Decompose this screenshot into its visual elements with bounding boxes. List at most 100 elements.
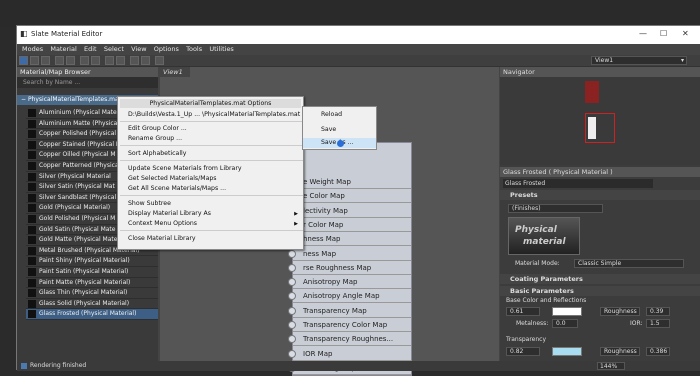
transparency-color-swatch[interactable]: [552, 347, 582, 356]
show-subtree-item[interactable]: Show Subtree: [128, 199, 171, 208]
library-path-item[interactable]: D:\Builds\Vesta.1_Up ... \PhysicalMateri…: [128, 110, 300, 119]
node-slot-row[interactable]: Anisotropy Angle Map: [288, 289, 411, 304]
browser-search-input[interactable]: Search by Name ...: [17, 77, 158, 88]
display-library-as-item[interactable]: Display Material Library As: [128, 209, 211, 218]
transparency-roughness-dropdown[interactable]: Roughness: [600, 347, 640, 356]
material-item-label: Glass Solid (Physical Material): [39, 299, 130, 307]
layout-icon[interactable]: [105, 56, 114, 65]
assign-material-icon[interactable]: [55, 56, 64, 65]
get-all-scene-materials-item[interactable]: Get All Scene Materials/Maps ...: [128, 184, 226, 193]
view-dropdown[interactable]: View1 ▾: [591, 56, 687, 65]
move-children-icon[interactable]: [41, 56, 50, 65]
menu-tools[interactable]: Tools: [186, 44, 202, 55]
material-list-item[interactable]: Paint Matte (Physical Material): [26, 278, 158, 289]
metalness-label: Metalness:: [516, 320, 549, 327]
material-list-item[interactable]: Glass Thin (Physical Material): [26, 288, 158, 299]
roughness-field[interactable]: 0.39: [646, 307, 670, 316]
node-slot-row[interactable]: Transparency Roughnes...: [288, 332, 411, 347]
slot-socket-icon[interactable]: [288, 278, 296, 287]
material-parameters-icon[interactable]: [130, 56, 139, 65]
material-list-item[interactable]: Glass Frosted (Physical Material): [26, 309, 158, 320]
material-item-label: Copper Stained (Physical M: [39, 140, 122, 148]
slot-socket-icon[interactable]: [288, 349, 296, 358]
presets-dropdown[interactable]: (Finishes): [508, 204, 603, 213]
material-list-item[interactable]: Paint Satin (Physical Material): [26, 267, 158, 278]
ior-field[interactable]: 1.5: [646, 319, 670, 328]
slot-socket-icon[interactable]: [288, 263, 296, 272]
toolbar: View1 ▾: [17, 55, 700, 67]
slot-socket-icon[interactable]: [288, 335, 296, 344]
minimize-button[interactable]: —: [639, 29, 647, 38]
rename-group-item[interactable]: Rename Group ...: [128, 134, 182, 143]
get-selected-materials-item[interactable]: Get Selected Materials/Maps: [128, 174, 217, 183]
metalness-field[interactable]: 0.0: [552, 319, 578, 328]
material-swatch-icon: [28, 268, 36, 276]
close-button[interactable]: ✕: [682, 29, 689, 38]
library-submenu: Reload Save Save As ...: [302, 106, 377, 150]
coating-parameters-rollout[interactable]: Coating Parameters: [500, 274, 700, 284]
show-map-icon[interactable]: [80, 56, 89, 65]
pick-tool-icon[interactable]: [30, 56, 39, 65]
node-slot-row[interactable]: e Weight Map: [288, 175, 411, 189]
slot-socket-icon[interactable]: [288, 249, 296, 258]
node-slot-row[interactable]: ness Map: [288, 247, 411, 261]
maximize-button[interactable]: ☐: [660, 29, 667, 38]
roughness-mode-dropdown[interactable]: Roughness: [600, 307, 640, 316]
node-slot-row[interactable]: e Color Map: [288, 189, 411, 204]
node-slot-row[interactable]: Anisotropy Map: [288, 275, 411, 290]
node-slot-label: e Color Map: [303, 192, 345, 201]
select-tool-icon[interactable]: [19, 56, 28, 65]
node-slot-row[interactable]: rse Roughness Map: [288, 261, 411, 275]
zoom-field[interactable]: 144%: [597, 362, 625, 370]
save-item[interactable]: Save: [303, 125, 376, 135]
node-slot-row[interactable]: IOR Map: [288, 347, 411, 361]
view-tab[interactable]: View1: [160, 67, 190, 77]
material-list-item[interactable]: Paint Shiny (Physical Material): [26, 256, 158, 267]
layout-children-icon[interactable]: [116, 56, 125, 65]
basic-parameters-rollout[interactable]: Basic Parameters: [500, 286, 700, 296]
close-material-library-item[interactable]: Close Material Library: [128, 234, 196, 243]
node-slot-row[interactable]: lectivity Map: [288, 204, 411, 218]
slot-socket-icon[interactable]: [288, 292, 296, 301]
menu-utilities[interactable]: Utilities: [209, 44, 233, 55]
menu-modes[interactable]: Modes: [22, 44, 43, 55]
slot-socket-icon[interactable]: [288, 321, 296, 329]
select-by-material-icon[interactable]: [141, 56, 150, 65]
material-list-item[interactable]: Glass Solid (Physical Material): [26, 299, 158, 310]
node-slot-row[interactable]: Transparency Color Map: [288, 318, 411, 332]
node-slot-label: IOR Map: [303, 349, 333, 358]
material-swatch-icon: [28, 257, 36, 266]
context-menu-options-item[interactable]: Context Menu Options: [128, 219, 197, 228]
menu-material[interactable]: Material: [50, 44, 76, 55]
menu-view[interactable]: View: [131, 44, 146, 55]
base-color-swatch[interactable]: [552, 307, 582, 316]
slot-socket-icon[interactable]: [288, 306, 296, 315]
reload-item[interactable]: Reload: [303, 110, 376, 120]
node-slot-row[interactable]: Transparency Map: [288, 304, 411, 318]
menu-edit[interactable]: Edit: [84, 44, 97, 55]
collapse-icon[interactable]: −: [21, 96, 26, 103]
node-slot-row[interactable]: hness Map: [288, 232, 411, 247]
base-weight-field[interactable]: 0.61: [506, 307, 540, 316]
material-node[interactable]: e Weight Map e Color Map lectivity Map r Co…: [288, 142, 412, 376]
material-swatch-icon: [28, 119, 36, 128]
menu-select[interactable]: Select: [104, 44, 124, 55]
show-background-icon[interactable]: [91, 56, 100, 65]
submenu-arrow-icon: ▶: [294, 211, 298, 217]
material-mode-dropdown[interactable]: Classic Simple: [574, 259, 684, 268]
menu-options[interactable]: Options: [154, 44, 179, 55]
presets-rollout[interactable]: Presets: [500, 190, 700, 200]
material-swatch-icon: [28, 193, 36, 202]
browser-header: Material/Map Browser: [17, 67, 158, 77]
update-scene-materials-item[interactable]: Update Scene Materials from Library: [128, 164, 242, 173]
material-name-field[interactable]: Glass Frosted: [503, 179, 653, 188]
sort-alphabetically-item[interactable]: Sort Alphabetically: [128, 149, 186, 158]
transparency-roughness-field[interactable]: 0.386: [646, 347, 670, 356]
node-slot-row[interactable]: r Color Map: [288, 218, 411, 232]
transparency-weight-field[interactable]: 0.82: [506, 347, 540, 356]
app-icon: ◧: [20, 29, 28, 38]
navigator-view[interactable]: [500, 77, 700, 165]
edit-group-color-item[interactable]: Edit Group Color ...: [128, 124, 187, 133]
delete-icon[interactable]: [66, 56, 75, 65]
hide-unused-slots-icon[interactable]: [155, 56, 164, 65]
